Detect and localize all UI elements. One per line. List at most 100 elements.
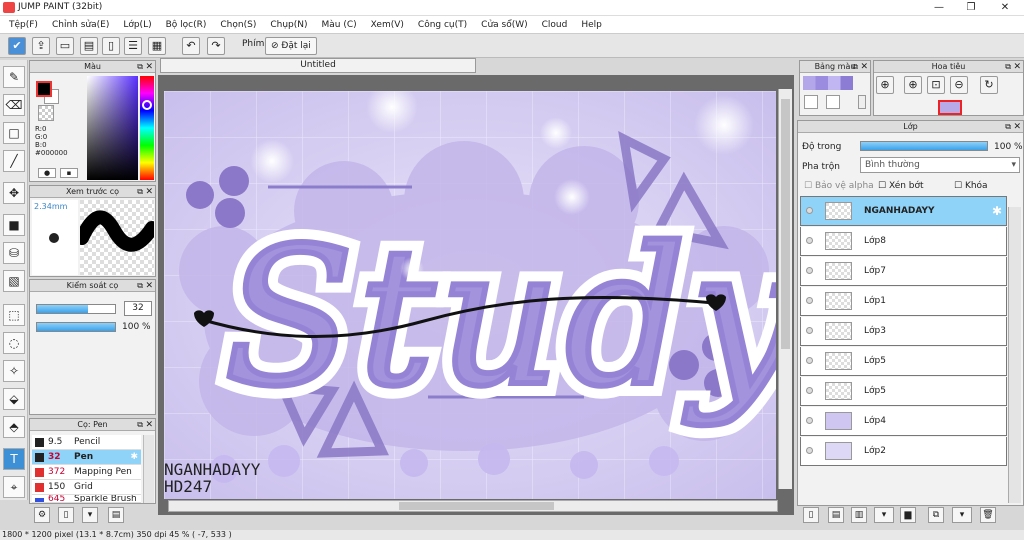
layer-row[interactable]: Lớp8: [800, 227, 1007, 256]
float-icon[interactable]: ⧉: [852, 61, 858, 73]
new-swatch-icon[interactable]: [804, 95, 818, 109]
float-icon[interactable]: ⧉: [137, 419, 143, 431]
delete-layer-icon[interactable]: 🗑: [980, 507, 996, 523]
menu-view[interactable]: Xem(V): [364, 16, 411, 33]
float-icon[interactable]: ⧉: [137, 280, 143, 292]
canvas-viewport[interactable]: Study Study NGANHADAYY HD247: [158, 75, 794, 515]
layer-row[interactable]: Lớp3: [800, 317, 1007, 346]
layer-row[interactable]: Lớp5: [800, 377, 1007, 406]
panel-close-icon[interactable]: ✕: [145, 419, 153, 431]
vertical-scrollbar[interactable]: [778, 89, 792, 489]
layer-row[interactable]: Lớp4: [800, 407, 1007, 436]
comment-icon[interactable]: ▭: [56, 37, 74, 55]
layer-row[interactable]: Lớp1: [800, 287, 1007, 316]
protect-alpha-checkbox[interactable]: ☐ Bảo vệ alpha: [804, 181, 874, 191]
lock-checkbox[interactable]: ☐ Khóa: [954, 181, 988, 191]
layer-menu-icon[interactable]: ▾: [874, 507, 894, 523]
color-history-button[interactable]: ▪: [60, 168, 78, 178]
visibility-icon[interactable]: [806, 207, 813, 214]
brush-menu-icon[interactable]: ▾: [82, 507, 98, 523]
hue-slider[interactable]: [140, 76, 154, 180]
message-icon[interactable]: ▤: [80, 37, 98, 55]
visibility-icon[interactable]: [806, 417, 813, 424]
rotate-icon[interactable]: ↻: [980, 76, 998, 94]
zoom-in-icon-2[interactable]: ⊕: [904, 76, 922, 94]
fit-icon[interactable]: ⊡: [927, 76, 945, 94]
gear-icon[interactable]: ✱: [130, 450, 138, 465]
folder-icon[interactable]: ▆: [900, 507, 916, 523]
swatch-doc-icon[interactable]: [826, 95, 840, 109]
lasso-tool-icon[interactable]: ◌: [3, 332, 25, 354]
brush-size-slider[interactable]: [36, 304, 116, 314]
visibility-icon[interactable]: [806, 297, 813, 304]
eyedropper-tool-icon[interactable]: ⌖: [3, 476, 25, 498]
float-icon[interactable]: ⧉: [137, 61, 143, 73]
maximize-button[interactable]: ❐: [956, 0, 986, 16]
brush-settings-icon[interactable]: ⚙: [34, 507, 50, 523]
blend-mode-select[interactable]: Bình thường ▾: [860, 157, 1020, 173]
gear-icon[interactable]: ✱: [992, 204, 1002, 218]
menu-tools[interactable]: Công cụ(T): [411, 16, 474, 33]
eraser-tool-icon[interactable]: ⌫: [3, 94, 25, 116]
menu-cloud[interactable]: Cloud: [535, 16, 575, 33]
foreground-color-swatch[interactable]: [36, 81, 52, 97]
move-tool-icon[interactable]: ✥: [3, 182, 25, 204]
visibility-icon[interactable]: [806, 387, 813, 394]
horizontal-scroll-thumb[interactable]: [399, 502, 554, 510]
saturation-value-picker[interactable]: [87, 76, 138, 180]
undo-icon[interactable]: ↶: [182, 37, 200, 55]
visibility-icon[interactable]: [806, 327, 813, 334]
menu-edit[interactable]: Chỉnh sửa(E): [45, 16, 116, 33]
upload-icon[interactable]: ⇪: [32, 37, 50, 55]
fill-rect-tool-icon[interactable]: ■: [3, 214, 25, 236]
document-icon[interactable]: ▯: [102, 37, 120, 55]
menu-capture[interactable]: Chụp(N): [263, 16, 314, 33]
vertical-scroll-thumb[interactable]: [781, 99, 790, 349]
magic-wand-icon[interactable]: ✧: [3, 360, 25, 382]
bucket-tool-icon[interactable]: ⛁: [3, 242, 25, 264]
hue-handle[interactable]: [142, 100, 152, 110]
new-raster-icon[interactable]: ▤: [828, 507, 844, 523]
text-tool-icon[interactable]: T: [3, 448, 25, 470]
float-icon[interactable]: ⧉: [1005, 61, 1011, 73]
artwork-canvas[interactable]: Study Study: [164, 91, 776, 499]
menu-filter[interactable]: Bộ lọc(R): [159, 16, 214, 33]
rectangle-tool-icon[interactable]: □: [3, 122, 25, 144]
reset-button[interactable]: ⊘ Đặt lại: [265, 37, 317, 55]
grid-icon[interactable]: ▦: [148, 37, 166, 55]
brush-item-grid[interactable]: 150 Grid: [32, 480, 141, 495]
visibility-icon[interactable]: [806, 267, 813, 274]
layers-scrollbar[interactable]: [1008, 207, 1021, 503]
new-layer-icon[interactable]: ▯: [803, 507, 819, 523]
layer-row[interactable]: Lớp5: [800, 347, 1007, 376]
brush-item-pen[interactable]: 32 Pen ✱: [32, 450, 141, 465]
select-pen-icon[interactable]: ⬙: [3, 388, 25, 410]
layer-opacity-slider[interactable]: [860, 141, 988, 151]
float-icon[interactable]: ⧉: [137, 186, 143, 198]
color-mode-button[interactable]: ●: [38, 168, 56, 178]
check-icon[interactable]: ✔: [8, 37, 26, 55]
visibility-icon[interactable]: [806, 357, 813, 364]
menu-help[interactable]: Help: [574, 16, 609, 33]
close-button[interactable]: ✕: [990, 0, 1020, 16]
layer-row[interactable]: NGANHADAYY ✱: [800, 197, 1007, 226]
panel-close-icon[interactable]: ✕: [860, 61, 868, 73]
list-icon[interactable]: ☰: [124, 37, 142, 55]
color-swatches[interactable]: [803, 76, 853, 90]
panel-close-icon[interactable]: ✕: [1013, 61, 1021, 73]
horizontal-scrollbar[interactable]: [168, 500, 778, 512]
clipping-checkbox[interactable]: ☐ Xén bớt: [878, 181, 924, 191]
menu-file[interactable]: Tệp(F): [2, 16, 45, 33]
panel-close-icon[interactable]: ✕: [145, 280, 153, 292]
brush-item-pencil[interactable]: 9.5 Pencil: [32, 435, 141, 450]
layer-row[interactable]: Lớp7: [800, 257, 1007, 286]
menu-color[interactable]: Màu (C): [315, 16, 364, 33]
minimize-button[interactable]: —: [924, 0, 954, 16]
navigator-thumbnail[interactable]: [938, 100, 962, 115]
gradient-tool-icon[interactable]: ▧: [3, 270, 25, 292]
panel-close-icon[interactable]: ✕: [1013, 121, 1021, 133]
new-vector-icon[interactable]: ▥: [851, 507, 867, 523]
menu-select[interactable]: Chọn(S): [213, 16, 263, 33]
panel-close-icon[interactable]: ✕: [145, 186, 153, 198]
line-tool-icon[interactable]: ╱: [3, 150, 25, 172]
